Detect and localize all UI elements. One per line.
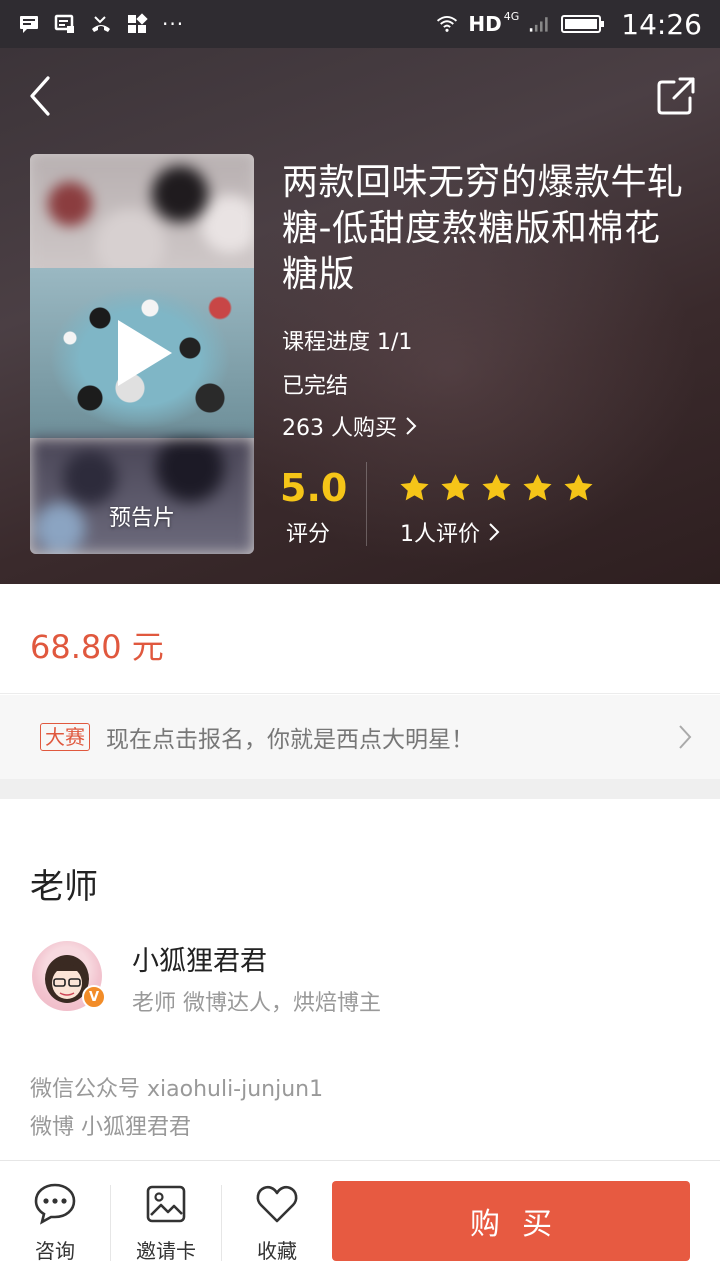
invite-card-label: 邀请卡	[136, 1239, 196, 1263]
missed-call-icon	[90, 13, 112, 35]
chat-bubble-icon	[34, 1183, 76, 1225]
course-progress: 课程进度 1/1	[282, 330, 413, 355]
signal-icon	[529, 13, 551, 35]
clock: 14:26	[621, 7, 702, 41]
apps-notification-icon	[126, 13, 148, 35]
star-icon	[482, 474, 511, 501]
chat-notification-icon	[54, 13, 76, 35]
network-generation: 4G	[503, 9, 520, 23]
status-bar: ··· HD 4G 14:26	[0, 0, 720, 48]
message-notification-icon	[18, 13, 40, 35]
consult-button[interactable]: 咨询	[0, 1161, 110, 1280]
play-icon[interactable]	[114, 318, 174, 388]
battery-icon	[561, 13, 605, 35]
course-cover-video[interactable]: 预告片	[30, 154, 254, 554]
share-icon	[657, 77, 695, 115]
chevron-right-icon	[679, 725, 692, 749]
image-card-icon	[146, 1185, 186, 1223]
invite-card-button[interactable]: 邀请卡	[111, 1161, 221, 1280]
buyers-link[interactable]: 263 人购买	[282, 410, 417, 442]
star-icon	[441, 474, 470, 501]
chevron-right-icon	[489, 523, 500, 541]
price-section: 68.80 元	[0, 584, 720, 694]
chevron-left-icon	[30, 76, 50, 116]
star-icon	[564, 474, 593, 501]
course-status: 已完结	[282, 374, 349, 399]
rating-label: 评分	[286, 522, 331, 547]
teacher-name[interactable]: 小狐狸君君	[132, 939, 267, 978]
consult-label: 咨询	[35, 1239, 75, 1263]
share-button[interactable]	[656, 76, 696, 116]
contest-badge: 大赛	[40, 723, 90, 751]
back-button[interactable]	[22, 74, 62, 118]
cover-image-top	[30, 154, 254, 274]
star-icon	[400, 474, 429, 501]
contest-text: 现在点击报名，你就是西点大明星！	[106, 727, 474, 753]
rating-score: 5.0	[280, 466, 348, 510]
heart-icon	[256, 1185, 298, 1223]
cover-image-bottom	[30, 438, 254, 554]
reviews-link[interactable]: 1人评价	[400, 516, 500, 548]
reviews-count: 1人评价	[400, 522, 480, 547]
teacher-wechat: 微信公众号 xiaohuli-junjun1	[30, 1077, 324, 1102]
verified-badge: V	[82, 985, 106, 1009]
buy-button[interactable]: 购买	[332, 1181, 690, 1261]
buyers-count: 263 人购买	[282, 416, 397, 441]
rating-stars	[398, 472, 595, 505]
teacher-title: 老师 微博达人，烘焙博主	[132, 991, 381, 1016]
chevron-right-icon	[406, 417, 417, 435]
more-notifications-icon: ···	[162, 12, 185, 36]
contest-banner[interactable]: 大赛 现在点击报名，你就是西点大明星！	[0, 695, 720, 779]
avatar[interactable]: V	[32, 941, 106, 1011]
teacher-weibo: 微博 小狐狸君君	[30, 1115, 191, 1140]
trailer-label: 预告片	[108, 506, 175, 531]
teacher-heading: 老师	[30, 867, 98, 907]
course-price: 68.80 元	[30, 628, 164, 666]
section-divider	[0, 779, 720, 799]
wifi-icon	[436, 13, 458, 35]
network-type: HD	[468, 12, 502, 36]
favorite-label: 收藏	[257, 1239, 297, 1263]
rating-divider	[366, 462, 367, 546]
course-title: 两款回味无穷的爆款牛轧糖-低甜度熬糖版和棉花糖版	[282, 162, 684, 295]
star-icon	[523, 474, 552, 501]
teacher-section: 老师 V 小狐狸君君 老师 微博达人，烘焙博主 微信公众号 xiaohuli-j…	[0, 799, 720, 1159]
course-header: 预告片 两款回味无穷的爆款牛轧糖-低甜度熬糖版和棉花糖版 课程进度 1/1 已完…	[0, 48, 720, 584]
bottom-action-bar: 咨询 邀请卡 收藏 购买	[0, 1160, 720, 1280]
favorite-button[interactable]: 收藏	[222, 1161, 332, 1280]
